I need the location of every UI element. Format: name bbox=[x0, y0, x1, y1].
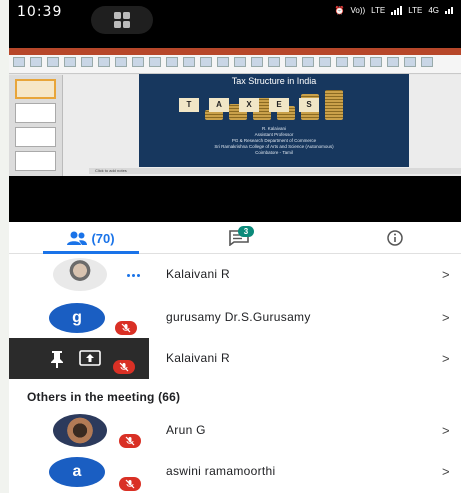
speaking-indicator-icon bbox=[127, 274, 140, 277]
alarm-icon: ⏰ bbox=[334, 6, 345, 15]
participant-row[interactable]: g gurusamy Dr.S.Gurusamy > bbox=[9, 297, 461, 338]
slide-author-block: R. Kalaivani Assistant Professor PG & Re… bbox=[139, 126, 409, 156]
volte-label: Vo)) bbox=[350, 6, 366, 15]
chevron-right-icon[interactable]: > bbox=[442, 297, 450, 338]
notes-bar: Click to add notes bbox=[89, 168, 461, 174]
participants-list: Kalaivani R > g gurusamy Dr.S.Gurusamy > bbox=[9, 254, 461, 493]
letter-block: A bbox=[209, 98, 229, 112]
meeting-tabs: (70) 3 bbox=[9, 222, 461, 254]
slide-thumbnail bbox=[15, 127, 56, 147]
pin-icon[interactable] bbox=[49, 350, 65, 368]
participant-name: gurusamy Dr.S.Gurusamy bbox=[166, 310, 311, 324]
tab-chat[interactable]: 3 bbox=[204, 222, 274, 254]
chevron-right-icon[interactable]: > bbox=[442, 254, 450, 295]
others-section-title: Others in the meeting (66) bbox=[27, 390, 181, 404]
shared-screen[interactable]: Tax Structure in India T A X E S R. Kala… bbox=[9, 46, 461, 222]
participant-name: Kalaivani R bbox=[166, 267, 230, 281]
layout-toggle-button[interactable] bbox=[91, 6, 153, 34]
mic-off-icon bbox=[119, 434, 141, 448]
participant-row[interactable]: a aswini ramamoorthi > bbox=[9, 451, 461, 492]
participant-name: aswini ramamoorthi bbox=[166, 464, 276, 478]
chevron-right-icon[interactable]: > bbox=[442, 338, 450, 379]
participant-name: Arun G bbox=[166, 423, 206, 437]
avatar bbox=[53, 258, 107, 291]
lte-label: LTE bbox=[371, 6, 386, 15]
info-icon bbox=[387, 230, 403, 246]
clock: 10:39 bbox=[17, 4, 63, 20]
phone-screen: 10:39 ⏰ Vo)) LTE LTE 4G Tax Structure in… bbox=[9, 0, 461, 493]
participant-row[interactable]: Kalaivani R > bbox=[9, 254, 461, 295]
letter-block: T bbox=[179, 98, 199, 112]
signal2-icon bbox=[445, 7, 453, 14]
chevron-right-icon[interactable]: > bbox=[442, 451, 450, 492]
avatar: g bbox=[49, 303, 105, 333]
mic-off-icon bbox=[113, 360, 135, 374]
avatar: a bbox=[49, 457, 105, 487]
grid-icon bbox=[114, 12, 130, 28]
signal-icon bbox=[391, 6, 403, 15]
participant-row[interactable]: Kalaivani R > bbox=[9, 338, 461, 379]
ppt-ribbon bbox=[9, 48, 461, 74]
participant-row[interactable]: Arun G > bbox=[9, 410, 461, 451]
network-4g-label: 4G bbox=[428, 6, 439, 15]
letter-block: X bbox=[239, 98, 259, 112]
slide-thumbnail bbox=[15, 151, 56, 171]
people-icon bbox=[67, 231, 88, 245]
presenter-panel bbox=[9, 338, 149, 379]
system-status-icons: ⏰ Vo)) LTE LTE 4G bbox=[335, 6, 453, 15]
author-city: Coimbatore - Tamil bbox=[255, 150, 293, 155]
status-bar: 10:39 ⏰ Vo)) LTE LTE 4G bbox=[9, 0, 461, 46]
tax-letter-blocks: T A X E S bbox=[179, 98, 319, 112]
letter-block: E bbox=[269, 98, 289, 112]
participant-name: Kalaivani R bbox=[166, 351, 230, 365]
slide-thumbnail bbox=[15, 103, 56, 123]
avatar bbox=[53, 414, 107, 447]
mic-off-icon bbox=[115, 321, 137, 335]
current-slide: Tax Structure in India T A X E S R. Kala… bbox=[139, 74, 409, 167]
slide-title: Tax Structure in India bbox=[231, 76, 317, 86]
slide-thumbnails bbox=[9, 75, 63, 176]
slide-thumbnail bbox=[15, 79, 56, 99]
tab-people[interactable]: (70) bbox=[43, 222, 139, 254]
present-screen-icon bbox=[79, 350, 101, 366]
people-count: (70) bbox=[91, 230, 115, 246]
mic-off-icon bbox=[119, 477, 141, 491]
chevron-right-icon[interactable]: > bbox=[442, 410, 450, 451]
chat-unread-badge: 3 bbox=[238, 226, 254, 237]
tab-info[interactable] bbox=[365, 222, 425, 254]
lte2-label: LTE bbox=[408, 6, 423, 15]
letter-block: S bbox=[299, 98, 319, 112]
